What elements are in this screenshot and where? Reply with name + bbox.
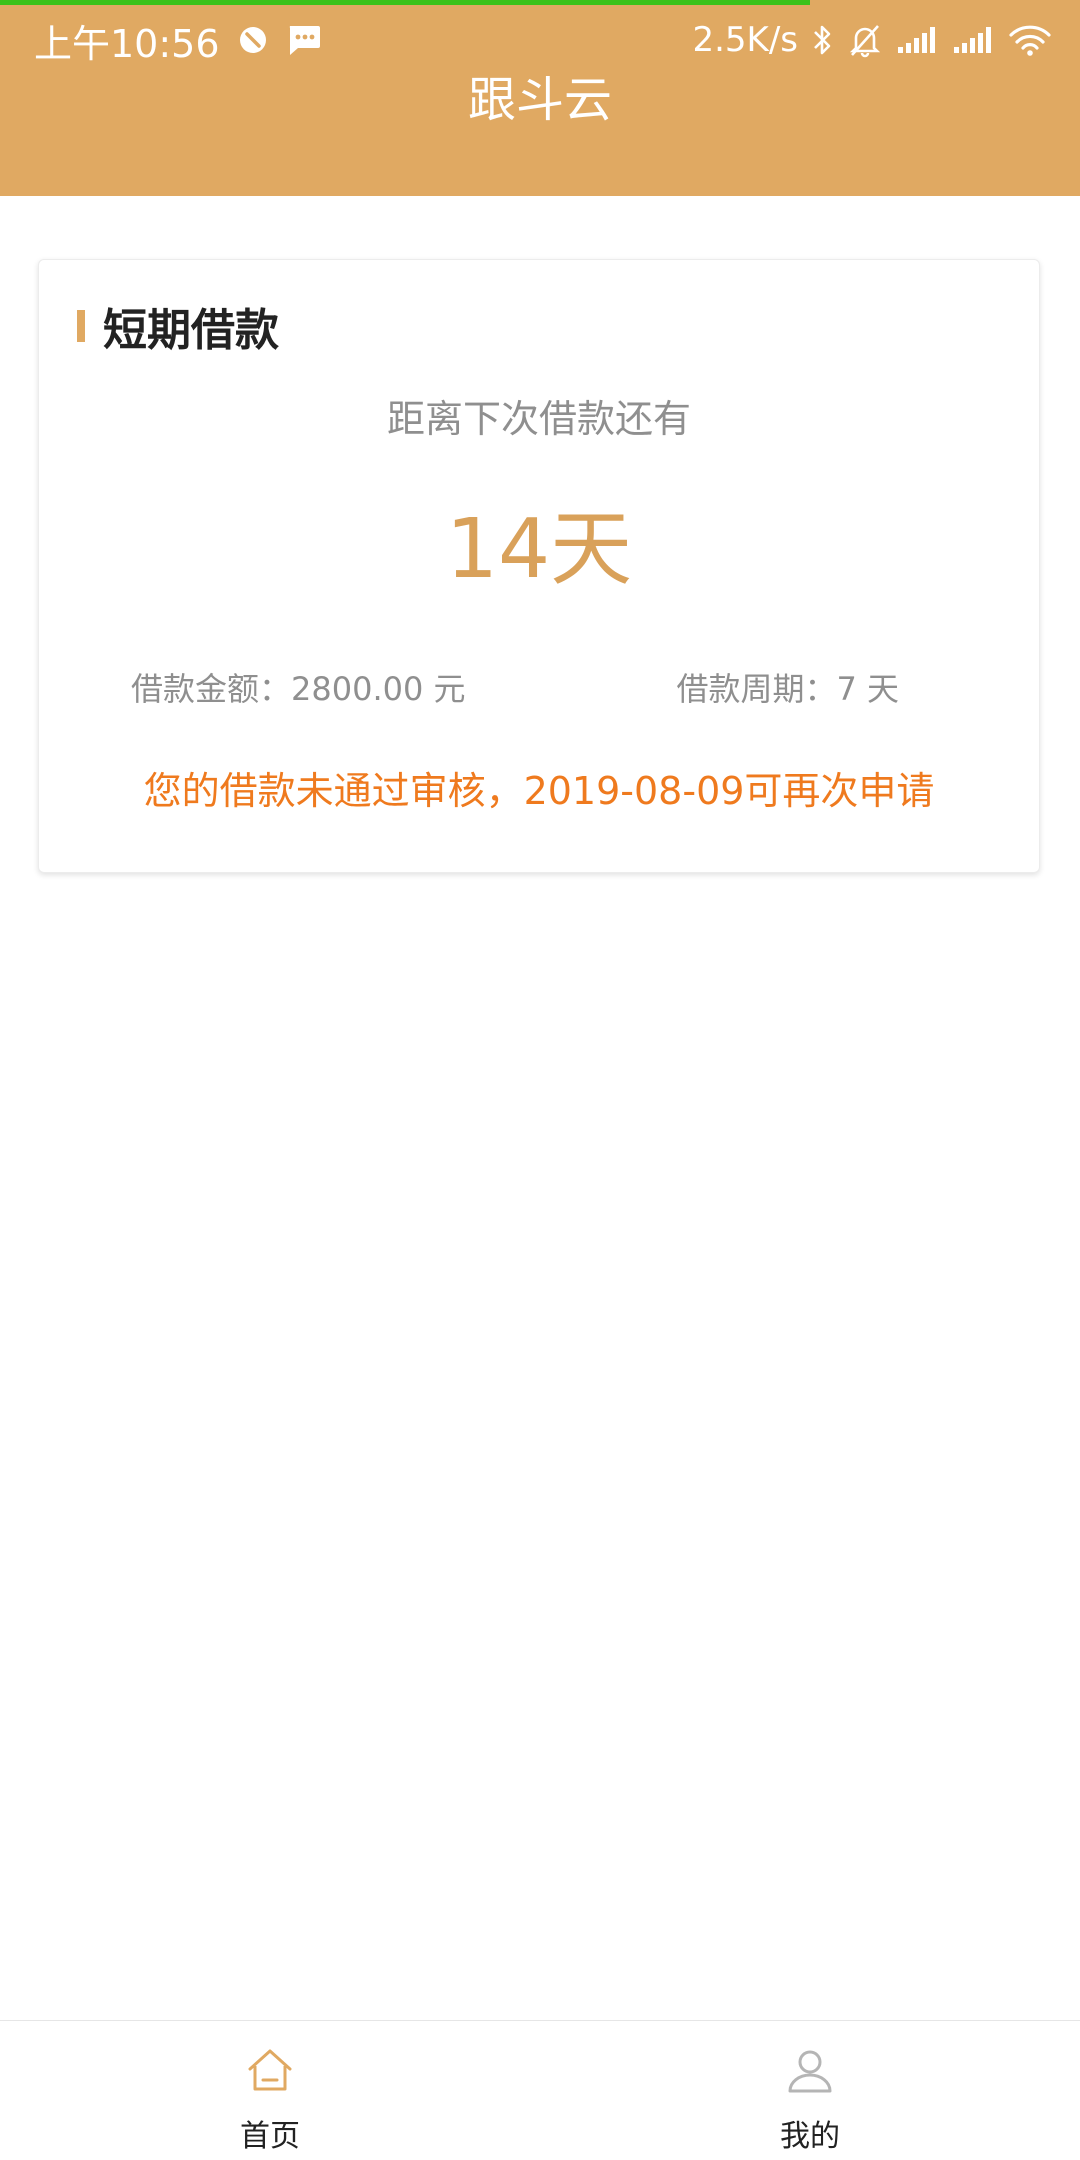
signal-icon <box>896 25 938 55</box>
loan-amount: 借款金额：2800.00 元 <box>131 670 466 708</box>
status-right: 2.5K/s <box>692 14 1052 66</box>
message-icon <box>286 24 322 56</box>
tab-home-label: 首页 <box>240 2119 300 2154</box>
loan-period: 借款周期：7 天 <box>676 670 899 708</box>
countdown-value: 14天 <box>445 502 633 597</box>
tab-mine[interactable]: 我的 <box>540 2021 1080 2160</box>
user-icon <box>784 2045 836 2097</box>
signal-icon <box>952 25 994 55</box>
mute-bell-icon <box>848 22 882 58</box>
wifi-icon <box>1008 23 1052 57</box>
review-notice: 您的借款未通过审核，2019-08-09可再次申请 <box>143 769 935 813</box>
bluetooth-icon <box>812 22 834 58</box>
card-title-row: 短期借款 <box>77 298 279 356</box>
app-screen: 上午10:56 2.5K/s 跟斗云 短期借款 距离下次借款还有 14天 借款金… <box>0 0 1080 2160</box>
short-term-loan-card: 短期借款 距离下次借款还有 14天 借款金额：2800.00 元 借款周期：7 … <box>38 259 1040 873</box>
bottom-tab-bar: 首页 我的 <box>0 2020 1080 2160</box>
status-left: 上午10:56 <box>34 14 322 66</box>
app-header: 上午10:56 2.5K/s 跟斗云 <box>0 0 1080 196</box>
network-speed: 2.5K/s <box>692 20 798 60</box>
tab-mine-label: 我的 <box>780 2119 840 2154</box>
page-title: 跟斗云 <box>467 72 612 128</box>
page-loading-bar <box>0 0 810 5</box>
title-accent-bar <box>77 310 85 342</box>
home-icon <box>244 2045 296 2097</box>
card-title: 短期借款 <box>103 305 279 356</box>
countdown-label: 距离下次借款还有 <box>386 397 691 441</box>
tab-home[interactable]: 首页 <box>0 2021 540 2160</box>
blocked-icon <box>238 25 268 55</box>
